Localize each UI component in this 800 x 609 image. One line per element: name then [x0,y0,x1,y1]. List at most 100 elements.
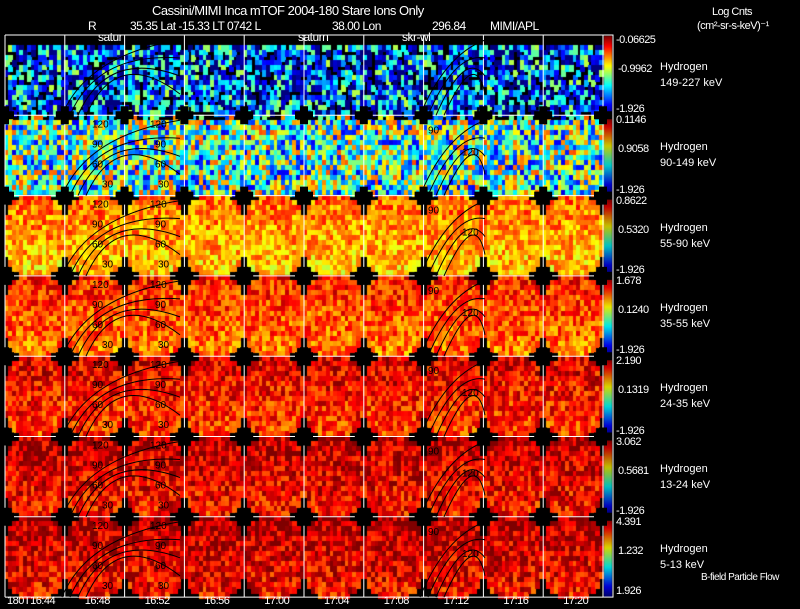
contour-label: 120 [150,360,167,371]
energy-range: 24-35 keV [660,398,711,411]
panel-label: Hydrogen 13-24 keV [660,461,710,493]
species: Hydrogen [660,462,708,475]
contour-label: 120 [92,200,109,211]
colorbar-mid: 1.232 [618,544,644,557]
contour-line [443,395,486,437]
contour-label: 60 [92,481,104,492]
cross-marker [534,106,553,125]
lon-label: 38.00 Lon [332,19,381,33]
contour-line [443,73,486,116]
cross-marker [175,266,194,285]
cross-marker [175,106,194,125]
contour-label: 30 [102,340,114,351]
contour-label: 30 [102,260,114,271]
contour-label: 60 [92,159,104,170]
contour-label: 120 [462,469,479,480]
cross-marker [0,106,14,125]
cross-marker [115,106,134,125]
colorbar-max: 0.1146 [616,114,646,127]
cross-marker [0,266,14,285]
contour-label: 120 [150,280,167,291]
contour-label: 30 [158,581,170,592]
contour-label: 90 [92,380,104,391]
cross-marker [235,106,254,125]
contour-label: 90 [92,461,104,472]
contour-label: 60 [155,240,167,251]
time-tick: 16:52 [144,595,171,607]
cross-marker [534,186,553,205]
contour-label: 30 [158,340,170,351]
cross-marker [474,106,493,125]
cross-marker [115,427,134,446]
contour-label: 60 [155,400,167,411]
contour-label: 30 [102,581,114,592]
energy-range: 13-24 keV [660,478,711,491]
colorbar-max: 1.678 [616,274,642,287]
contour-label: 90 [428,125,440,136]
contour-label: 120 [462,228,479,239]
time-tick: 17:12 [443,595,470,607]
contour-label: 30 [158,179,170,190]
contour-label: 90 [155,300,167,311]
credit-label: MIMI/APL [490,19,539,33]
cross-marker [175,507,194,526]
cross-marker [474,427,493,446]
cross-marker [115,507,134,526]
contour-line [443,555,486,598]
contour-label: 120 [92,360,109,371]
contour-label: 90 [428,447,440,458]
cross-marker [354,106,373,125]
contour-label: 120 [150,200,167,211]
time-tick: 17:16 [503,595,529,607]
contour-label: 60 [155,481,167,492]
contour-label: 120 [150,441,167,452]
cross-marker [115,347,134,366]
species: Hydrogen [660,301,708,314]
contour-line [427,56,486,116]
cross-marker [115,266,134,285]
cross-marker [175,186,194,205]
cross-marker [534,266,553,285]
energy-range: 35-55 keV [660,317,711,330]
cross-marker [235,266,254,285]
cross-marker [414,186,433,205]
cross-marker [474,507,493,526]
contour-label: 90 [92,220,104,231]
contour-line [77,67,181,116]
contour-label: 60 [155,159,167,170]
contour-label: 90 [155,220,167,231]
cross-marker [0,427,14,446]
contour-label: 90 [92,541,104,552]
cross-marker [354,427,373,446]
contour-line [443,314,486,357]
contour-line [419,39,486,116]
contour-line [435,67,486,116]
cross-marker [235,507,254,526]
contour-label: 90 [155,139,167,150]
cross-marker [175,347,194,366]
contour-label: 90 [92,300,104,311]
cross-marker [0,186,14,205]
panel-label: Hydrogen 24-35 keV [660,380,710,412]
cross-marker [295,427,313,446]
panel-label: Hydrogen 149-227 keV [660,59,722,91]
bfield-legend: B-field Particle Flow [701,572,779,583]
contour-label: 30 [102,179,114,190]
time-tick: 17:08 [383,595,410,607]
cross-marker [594,507,612,526]
contour-label: 90 [155,461,167,472]
energy-range: 5-13 keV [660,558,705,571]
cross-marker [534,507,553,526]
cross-marker [594,266,612,285]
contour-label: 90 [428,366,440,377]
contour-label: 120 [462,308,479,319]
units-label: Log Cnts [712,6,753,18]
cross-marker [414,106,433,125]
colorbar-mid: 0.9058 [618,143,649,156]
contour-label: 90 [428,286,440,297]
cross-marker [414,266,433,285]
contour-label: 90 [428,527,440,538]
time-tick: 180T16:44 [7,595,56,607]
cross-marker [474,266,493,285]
contour-label: 30 [102,420,114,431]
